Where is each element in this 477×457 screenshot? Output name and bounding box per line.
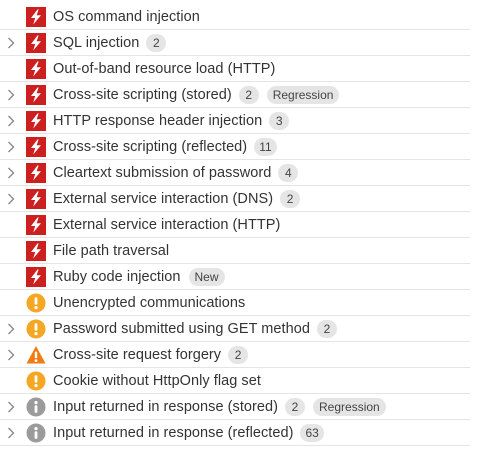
issue-list: OS command injection SQL injection 2 Out-of…: [0, 0, 477, 446]
exclamation-circle-icon: [26, 371, 46, 391]
count-badge: 2: [238, 85, 259, 104]
info-circle-icon: [26, 423, 46, 443]
count-badge: 4: [278, 163, 299, 182]
issue-name[interactable]: HTTP response header injection: [53, 113, 262, 129]
issue-content: Input returned in response (stored) 2 Regr…: [53, 394, 386, 419]
issue-name[interactable]: File path traversal: [53, 243, 169, 259]
lightning-icon: [26, 188, 46, 209]
issue-name[interactable]: Cross-site scripting (stored): [53, 87, 232, 103]
count-badge: 2: [316, 319, 337, 338]
lightning-icon: [26, 240, 46, 261]
lightning-icon: [26, 58, 46, 79]
issue-name[interactable]: External service interaction (DNS): [53, 191, 273, 207]
chevron-right-icon[interactable]: [4, 348, 18, 362]
lightning-icon: [26, 214, 46, 235]
exclamation-circle-icon: [26, 319, 46, 339]
issue-row[interactable]: HTTP response header injection 3: [0, 108, 470, 134]
issue-name[interactable]: Input returned in response (stored): [53, 399, 278, 415]
count-badge: 2: [285, 397, 306, 416]
chevron-right-icon[interactable]: [4, 400, 18, 414]
issue-content: Ruby code injection New: [53, 264, 225, 289]
issue-name[interactable]: Password submitted using GET method: [53, 321, 310, 337]
issue-row[interactable]: Input returned in response (reflected) 63: [0, 420, 470, 446]
lightning-icon: [26, 84, 46, 105]
issue-content: Cross-site request forgery 2: [53, 342, 249, 367]
count-badge: 2: [228, 345, 249, 364]
status-tag-badge: New: [188, 267, 225, 286]
chevron-right-icon[interactable]: [4, 322, 18, 336]
info-circle-icon: [26, 397, 46, 417]
lightning-icon: [26, 136, 46, 157]
issue-row[interactable]: Input returned in response (stored) 2 Regr…: [0, 394, 470, 420]
issue-row[interactable]: Ruby code injection New: [0, 264, 470, 290]
issue-content: External service interaction (HTTP): [53, 212, 280, 237]
exclamation-circle-icon: [26, 293, 46, 313]
issue-content: Password submitted using GET method 2: [53, 316, 337, 341]
issue-name[interactable]: SQL injection: [53, 35, 139, 51]
lightning-icon: [26, 32, 46, 53]
issue-content: Out-of-band resource load (HTTP): [53, 56, 275, 81]
issue-name[interactable]: Cross-site request forgery: [53, 347, 221, 363]
issue-name[interactable]: Out-of-band resource load (HTTP): [53, 61, 275, 77]
issue-row[interactable]: Cross-site scripting (reflected) 11: [0, 134, 470, 160]
issue-content: Input returned in response (reflected) 63: [53, 420, 324, 445]
issue-content: Cross-site scripting (stored) 2 Regression: [53, 82, 340, 107]
status-tag-badge: Regression: [266, 85, 340, 104]
status-tag-badge: Regression: [313, 397, 386, 416]
lightning-icon: [26, 6, 46, 27]
count-badge: 63: [300, 423, 324, 442]
issue-name[interactable]: External service interaction (HTTP): [53, 217, 280, 233]
issue-name[interactable]: Cross-site scripting (reflected): [53, 139, 247, 155]
issue-row[interactable]: Password submitted using GET method 2: [0, 316, 470, 342]
issue-name[interactable]: Unencrypted communications: [53, 295, 245, 311]
issue-content: External service interaction (DNS) 2: [53, 186, 301, 211]
count-badge: 2: [280, 189, 301, 208]
lightning-icon: [26, 162, 46, 183]
issue-row[interactable]: External service interaction (HTTP): [0, 212, 470, 238]
issue-content: HTTP response header injection 3: [53, 108, 290, 133]
issue-content: Cleartext submission of password 4: [53, 160, 299, 185]
issue-row[interactable]: SQL injection 2: [0, 30, 470, 56]
lightning-icon: [26, 266, 46, 287]
issue-row[interactable]: Cookie without HttpOnly flag set: [0, 368, 470, 394]
issue-row[interactable]: Cross-site scripting (stored) 2 Regression: [0, 82, 470, 108]
issue-content: OS command injection: [53, 4, 200, 29]
chevron-right-icon[interactable]: [4, 88, 18, 102]
issue-name[interactable]: Cookie without HttpOnly flag set: [53, 373, 261, 389]
chevron-right-icon[interactable]: [4, 192, 18, 206]
issue-content: Cookie without HttpOnly flag set: [53, 368, 261, 393]
issue-row[interactable]: Cross-site request forgery 2: [0, 342, 470, 368]
lightning-icon: [26, 110, 46, 131]
issue-row[interactable]: Out-of-band resource load (HTTP): [0, 56, 470, 82]
chevron-right-icon[interactable]: [4, 166, 18, 180]
chevron-right-icon[interactable]: [4, 36, 18, 50]
issue-content: Cross-site scripting (reflected) 11: [53, 134, 277, 159]
count-badge: 3: [269, 111, 290, 130]
issue-name[interactable]: Input returned in response (reflected): [53, 425, 293, 441]
warning-triangle-icon: [26, 345, 46, 365]
issue-content: SQL injection 2: [53, 30, 167, 55]
chevron-right-icon[interactable]: [4, 140, 18, 154]
issue-row[interactable]: Cleartext submission of password 4: [0, 160, 470, 186]
count-badge: 2: [146, 33, 167, 52]
chevron-right-icon[interactable]: [4, 426, 18, 440]
issue-name[interactable]: Cleartext submission of password: [53, 165, 271, 181]
issue-content: Unencrypted communications: [53, 290, 245, 315]
issue-name[interactable]: OS command injection: [53, 9, 200, 25]
issue-row[interactable]: Unencrypted communications: [0, 290, 470, 316]
issue-name[interactable]: Ruby code injection: [53, 269, 181, 285]
issue-content: File path traversal: [53, 238, 169, 263]
chevron-right-icon[interactable]: [4, 114, 18, 128]
issue-row[interactable]: File path traversal: [0, 238, 470, 264]
issue-row[interactable]: OS command injection: [0, 4, 470, 30]
issue-row[interactable]: External service interaction (DNS) 2: [0, 186, 470, 212]
count-badge: 11: [254, 137, 277, 156]
